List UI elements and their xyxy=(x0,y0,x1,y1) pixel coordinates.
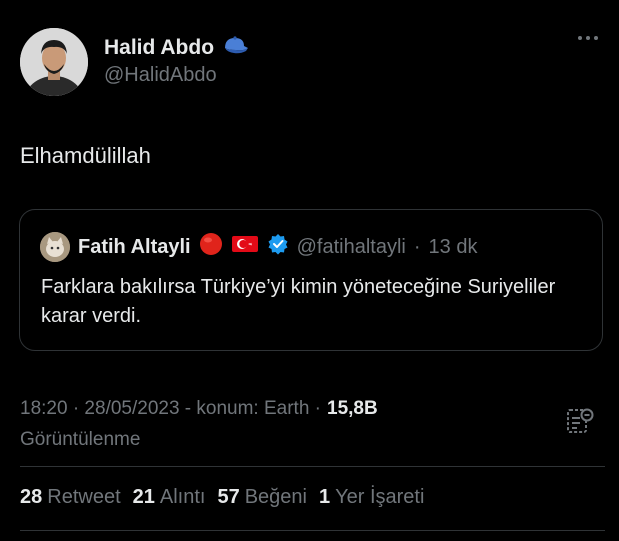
author-handle[interactable]: @HalidAbdo xyxy=(104,64,217,87)
turkey-flag-icon xyxy=(231,234,259,260)
retweets-stat[interactable]: 28 Retweet xyxy=(20,486,121,509)
likes-stat[interactable]: 57 Beğeni xyxy=(217,486,307,509)
bookmark-count: 1 xyxy=(318,486,331,508)
blue-cap-icon xyxy=(222,34,250,61)
divider xyxy=(20,466,605,467)
quoted-tweet-header: Fatih Altayli @fatihaltayli · 13 dk xyxy=(40,232,477,262)
tweet-text: Elhamdülillah xyxy=(20,143,151,168)
author-name-row: Halid Abdo xyxy=(104,34,250,61)
bookmarks-stat[interactable]: 1 Yer İşareti xyxy=(319,486,424,509)
verified-badge-icon xyxy=(267,233,289,261)
tweet-meta: 18:20 · 28/05/2023 - konum: Earth · 15,8… xyxy=(20,393,378,455)
retweet-count: 28 xyxy=(20,486,43,508)
like-count: 57 xyxy=(217,486,240,508)
quote-count: 21 xyxy=(132,486,155,508)
engagement-stats: 28 Retweet 21 Alıntı 57 Beğeni 1 Yer İşa… xyxy=(20,486,424,509)
quoted-separator: · xyxy=(413,235,421,258)
quotes-stat[interactable]: 21 Alıntı xyxy=(133,486,206,509)
tweet-timestamp[interactable]: 18:20 · 28/05/2023 - konum: Earth · xyxy=(20,393,321,424)
red-circle-icon xyxy=(199,232,223,262)
like-label: Beğeni xyxy=(244,486,307,508)
author-avatar[interactable] xyxy=(20,28,88,96)
quoted-time[interactable]: 13 dk xyxy=(429,236,478,259)
views-count: 15,8B xyxy=(327,398,378,419)
more-options-icon[interactable] xyxy=(578,36,598,40)
quoted-display-name[interactable]: Fatih Altayli xyxy=(78,236,191,259)
quoted-author-avatar[interactable] xyxy=(40,232,70,262)
quoted-handle[interactable]: @fatihaltayli xyxy=(297,236,406,259)
quoted-tweet-text: Farklara bakılırsa Türkiye’yi kimin yöne… xyxy=(41,276,556,327)
quoted-tweet-card[interactable]: Fatih Altayli @fatihaltayli · 13 dk Fark… xyxy=(19,209,603,351)
divider xyxy=(20,530,605,531)
bookmark-label: Yer İşareti xyxy=(335,486,425,508)
retweet-label: Retweet xyxy=(47,486,121,508)
views-label: Görüntülenme xyxy=(20,429,141,450)
quote-label: Alıntı xyxy=(159,486,206,508)
author-display-name[interactable]: Halid Abdo xyxy=(104,36,214,60)
analytics-icon[interactable] xyxy=(566,407,594,440)
